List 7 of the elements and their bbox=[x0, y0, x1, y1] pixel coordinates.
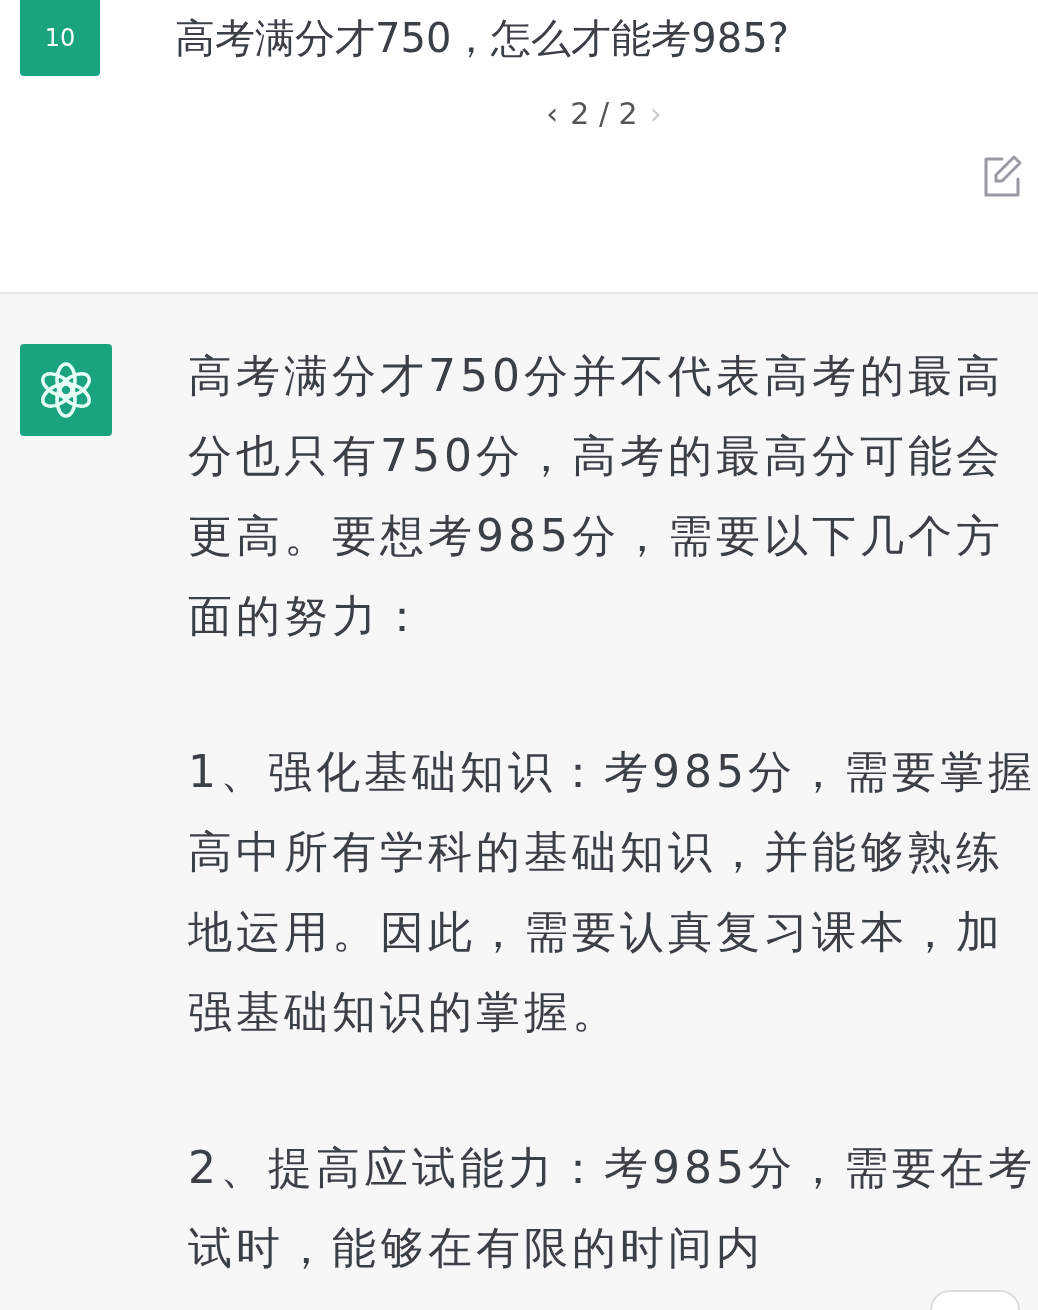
previous-button[interactable]: ‹ bbox=[546, 96, 559, 131]
answer-paragraph: 2、提高应试能力：考985分，需要在考试时，能够在有限的时间内 bbox=[188, 1141, 1037, 1275]
answer-paragraph: 高考满分才750分并不代表高考的最高分也只有750分，高考的最高分可能会更高。要想考985分，需要以下几个方面的努力： bbox=[188, 349, 1005, 643]
page-indicator: 2 / 2 bbox=[570, 96, 638, 131]
user-message: 高考满分才750，怎么才能考985? bbox=[175, 14, 789, 63]
answer-paragraph: 1、强化基础知识：考985分，需要掌握高中所有学科的基础知识，并能够熟练地运用。因此，需要认真复习课本，加强基础知识的掌握。 bbox=[188, 745, 1037, 1039]
user-avatar: 10 bbox=[20, 0, 100, 76]
